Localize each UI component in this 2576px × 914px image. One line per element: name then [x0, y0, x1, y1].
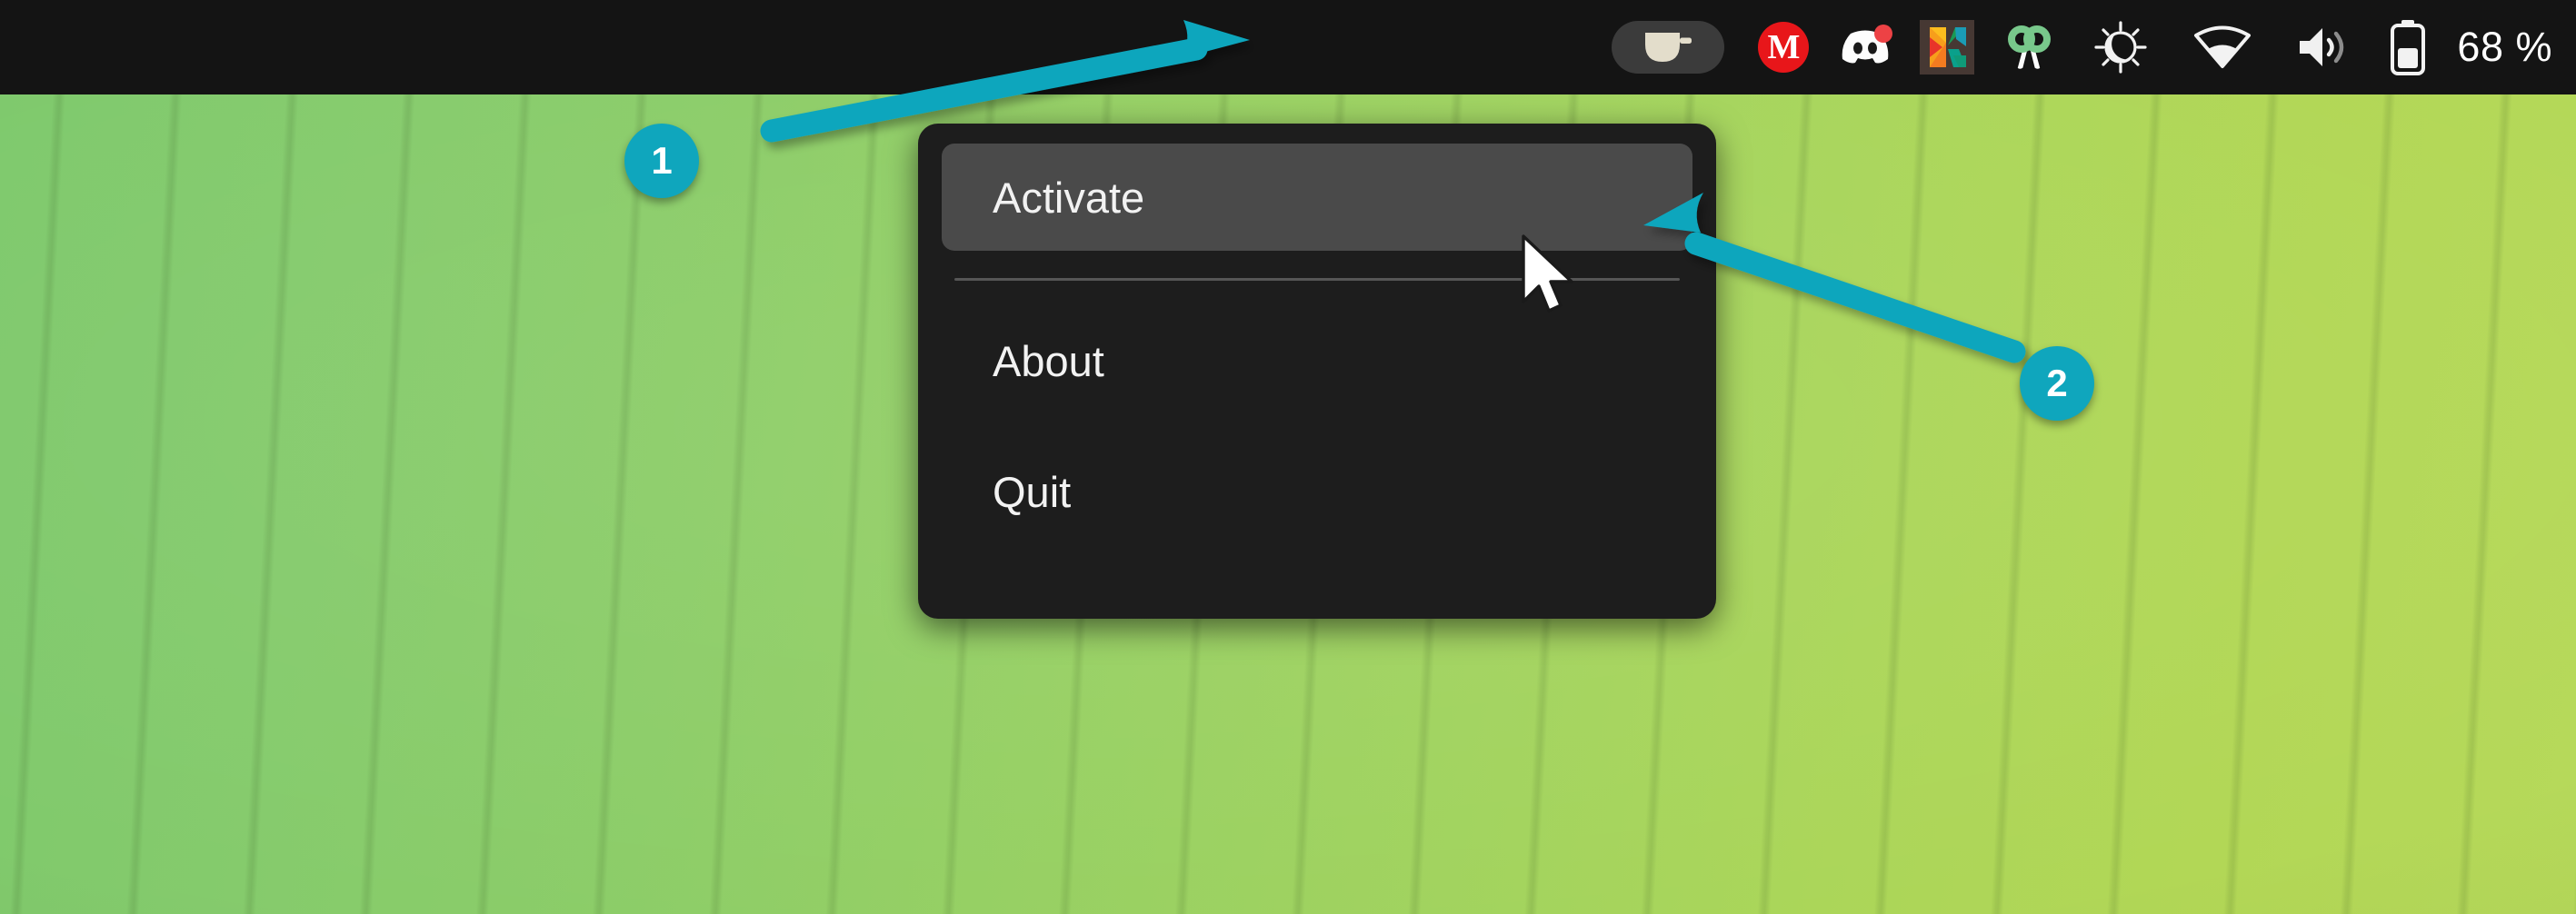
screen-root: M 68 % Activate About Quit 1 2 — [0, 0, 2576, 914]
tray-item-night-light[interactable] — [2070, 0, 2172, 94]
battery-icon — [2391, 20, 2426, 75]
coffee-cup-icon — [1645, 33, 1692, 62]
tray-item-battery[interactable] — [2375, 0, 2441, 94]
battery-percent-label: 68 % — [2457, 24, 2552, 70]
discord-icon — [1842, 25, 1893, 64]
wifi-icon — [2194, 25, 2252, 68]
system-tray: M 68 % — [1601, 0, 2576, 94]
menu-item-about[interactable]: About — [942, 307, 1692, 414]
speaker-volume-icon — [2300, 28, 2344, 66]
caffeine-context-menu: Activate About Quit — [918, 124, 1716, 619]
menu-separator — [954, 277, 1680, 281]
caffeine-active-pill — [1612, 21, 1725, 74]
menu-spacer — [942, 414, 1692, 438]
discord-notification-dot — [1874, 25, 1893, 43]
tray-item-discord[interactable] — [1824, 0, 1906, 94]
tray-item-flameshot[interactable] — [1988, 0, 2070, 94]
top-panel: M 68 % — [0, 0, 2576, 94]
menu-separator-wrap — [942, 251, 1692, 307]
sun-moon-icon — [2094, 21, 2148, 74]
menu-item-activate[interactable]: Activate — [942, 144, 1692, 251]
tray-item-kdenlive[interactable] — [1906, 0, 1988, 94]
scissors-icon — [2008, 25, 2052, 71]
kdenlive-k-icon — [1920, 20, 1975, 75]
red-m-circle-icon: M — [1758, 22, 1810, 73]
tray-item-caffeine[interactable] — [1601, 0, 1735, 94]
tray-item-volume[interactable] — [2273, 0, 2375, 94]
menu-item-quit[interactable]: Quit — [942, 438, 1692, 545]
tray-item-mailspring[interactable]: M — [1742, 0, 1824, 94]
tray-item-wifi[interactable] — [2172, 0, 2273, 94]
